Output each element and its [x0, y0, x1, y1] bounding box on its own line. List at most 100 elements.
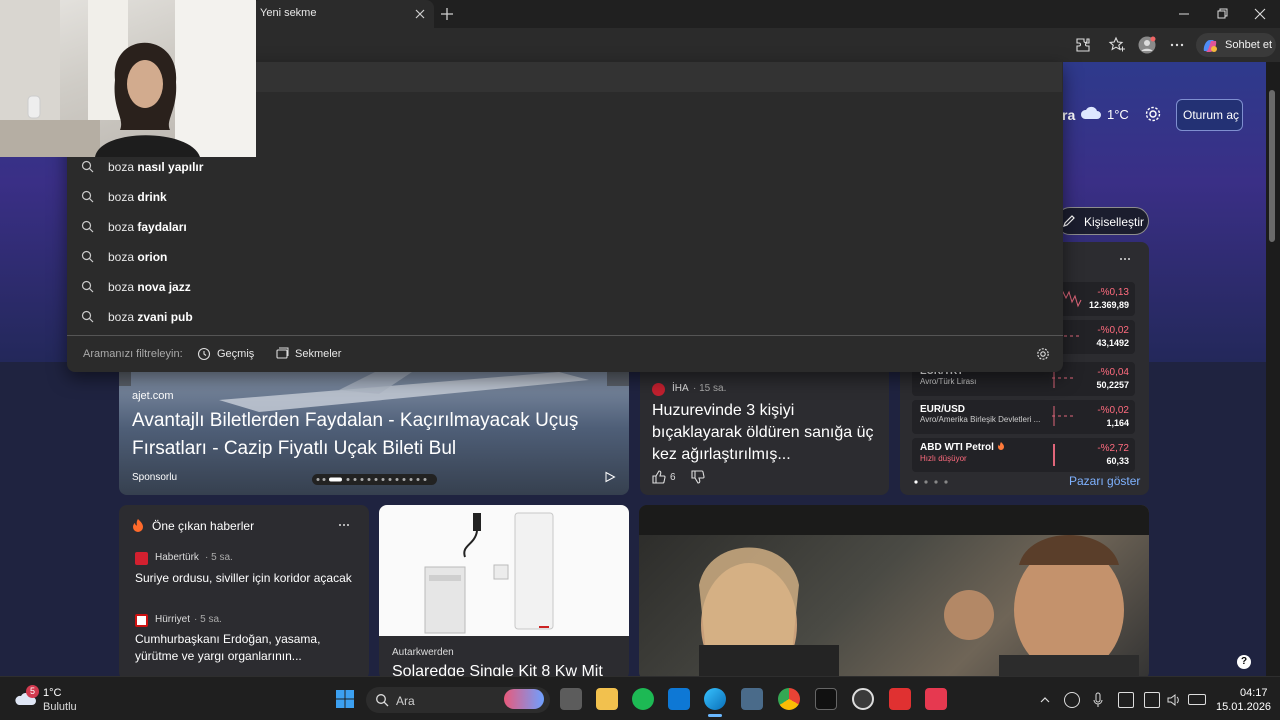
tray-chevron-icon[interactable] — [1038, 693, 1052, 707]
news-card[interactable]: İHA · 15 sa. Huzurevinde 3 kişiyi bıçakl… — [640, 360, 889, 495]
onedrive-icon[interactable] — [1118, 692, 1134, 708]
sign-in-label: Oturum aç — [1183, 108, 1240, 122]
restore-icon[interactable] — [1214, 6, 1230, 22]
edge-active-indicator — [708, 714, 722, 717]
news-title[interactable]: Cumhurbaşkanı Erdoğan, yasama, yürütme v… — [135, 631, 357, 665]
suggestion-item[interactable]: boza orion — [108, 250, 167, 264]
news-title[interactable]: Suriye ordusu, siviller için koridor aça… — [135, 570, 357, 587]
stock-sub: Avro/Amerika Birleşik Devletleri ... — [920, 415, 1041, 424]
scrollbar-thumb[interactable] — [1269, 90, 1275, 242]
suggestion-completion: drink — [137, 190, 167, 204]
settings-gear-icon[interactable] — [1144, 105, 1162, 123]
suggestion-item[interactable]: boza drink — [108, 190, 167, 204]
stock-value: 12.369,89 — [1088, 300, 1129, 310]
suggestion-prefix: boza — [108, 160, 135, 174]
stock-row[interactable]: ABD WTI Petrol Hızlı düşüyor -%2,72 60,3… — [912, 438, 1135, 472]
news-title[interactable]: Huzurevinde 3 kişiyi bıçaklayarak öldüre… — [652, 400, 880, 466]
stock-value: 60,33 — [1106, 456, 1129, 466]
sponsored-hero-card[interactable]: ajet.com Avantajlı Biletlerden Faydalan … — [119, 360, 629, 495]
cloud-icon — [1080, 104, 1102, 122]
play-icon[interactable] — [604, 471, 616, 483]
task-view-icon[interactable] — [560, 688, 582, 710]
taskbar-weather-desc[interactable]: Bulutlu — [43, 701, 77, 713]
market-more-icon[interactable] — [1118, 252, 1132, 266]
suggestion-completion: faydaları — [137, 220, 187, 234]
search-settings-gear-icon[interactable] — [1036, 347, 1050, 361]
news-time: · 15 sa. — [693, 383, 727, 394]
start-windows-icon[interactable] — [335, 689, 355, 709]
taskbar-weather-temp[interactable]: 1°C — [43, 687, 61, 699]
spotify-icon[interactable] — [632, 688, 654, 710]
suggestion-item[interactable]: boza faydaları — [108, 220, 187, 234]
filter-label: Aramanızı filtreleyin: — [83, 348, 183, 360]
market-page-dots[interactable] — [914, 480, 950, 484]
profile-avatar[interactable] — [1138, 36, 1156, 54]
microphone-icon[interactable] — [1092, 692, 1104, 708]
photo-story-card[interactable] — [639, 505, 1149, 680]
stock-sub: Hızlı düşüyor — [920, 454, 967, 463]
epic-games-icon[interactable] — [815, 688, 837, 710]
obs-icon[interactable] — [852, 688, 874, 710]
news-source: Habertürk — [155, 552, 199, 563]
show-market-link[interactable]: Pazarı göster — [1069, 474, 1140, 488]
news-source: Hürriyet — [155, 614, 191, 625]
clock-date[interactable]: 15.01.2026 — [1216, 701, 1271, 713]
store-icon[interactable] — [668, 688, 690, 710]
suggestion-item[interactable]: boza zvani pub — [108, 310, 193, 324]
volume-icon[interactable] — [1166, 692, 1182, 708]
valorant-icon[interactable] — [925, 688, 947, 710]
extensions-icon[interactable] — [1074, 36, 1092, 54]
news-time: · 5 sa. — [205, 552, 233, 563]
sync-icon[interactable] — [1064, 692, 1080, 708]
favorites-icon[interactable] — [1108, 36, 1126, 54]
stock-name: ABD WTI Petrol — [920, 442, 994, 453]
carousel-dots[interactable] — [312, 474, 437, 485]
product-card[interactable]: Autarkwerden Solaredge Single Kit 8 Kw M… — [379, 505, 629, 680]
thumbs-up-icon[interactable] — [652, 470, 666, 484]
thumbs-down-icon[interactable] — [691, 470, 705, 484]
suggestion-item[interactable]: boza nasıl yapılır — [108, 160, 203, 174]
battery-icon[interactable] — [1188, 694, 1206, 705]
hero-title[interactable]: Avantajlı Biletlerden Faydalan - Kaçırıl… — [132, 407, 612, 463]
suggestion-completion: orion — [137, 250, 168, 264]
app-red-icon[interactable] — [889, 688, 911, 710]
tabs-filter-button[interactable]: Sekmeler — [295, 348, 341, 360]
new-tab-icon[interactable] — [438, 5, 456, 23]
history-icon[interactable] — [197, 347, 211, 361]
fire-icon — [996, 441, 1006, 451]
suggestion-prefix: boza — [108, 310, 135, 324]
stock-row[interactable]: EUR/USD Avro/Amerika Birleşik Devletleri… — [912, 400, 1135, 434]
top-news-more-icon[interactable] — [337, 518, 351, 532]
chrome-icon[interactable] — [778, 688, 800, 710]
search-input-area[interactable] — [256, 62, 1062, 92]
weather-temp[interactable]: 1°C — [1107, 107, 1129, 122]
history-filter-button[interactable]: Geçmiş — [217, 348, 254, 360]
tab-close-icon[interactable] — [412, 6, 428, 22]
close-window-icon[interactable] — [1252, 6, 1268, 22]
taskbar-search-label: Ara — [396, 694, 415, 708]
clock-time[interactable]: 04:17 — [1240, 687, 1268, 699]
hurriyet-logo-icon — [135, 614, 148, 627]
weather-city[interactable]: ra — [1062, 107, 1075, 123]
stock-value: 1,164 — [1106, 418, 1129, 428]
help-button[interactable]: ? — [1237, 655, 1251, 669]
edge-icon[interactable] — [704, 688, 726, 710]
suggestion-item[interactable]: boza nova jazz — [108, 280, 191, 294]
minimize-icon[interactable] — [1176, 6, 1192, 22]
stock-name: EUR/USD — [920, 404, 966, 415]
search-icon — [81, 310, 94, 323]
stock-sub: Avro/Türk Lirası — [920, 377, 977, 386]
search-icon — [81, 280, 94, 293]
more-options-icon[interactable] — [1168, 36, 1186, 54]
pencil-icon — [1062, 214, 1076, 228]
screen-tool-icon[interactable] — [741, 688, 763, 710]
product-source: Autarkwerden — [392, 647, 454, 658]
network-icon[interactable] — [1144, 692, 1160, 708]
stock-change: -%0,13 — [1097, 287, 1129, 298]
tabs-icon[interactable] — [275, 347, 289, 361]
file-explorer-icon[interactable] — [596, 688, 618, 710]
suggestion-prefix: boza — [108, 280, 135, 294]
stock-change: -%0,02 — [1097, 405, 1129, 416]
haberturk-logo-icon — [135, 552, 148, 565]
hero-source: ajet.com — [132, 390, 174, 402]
